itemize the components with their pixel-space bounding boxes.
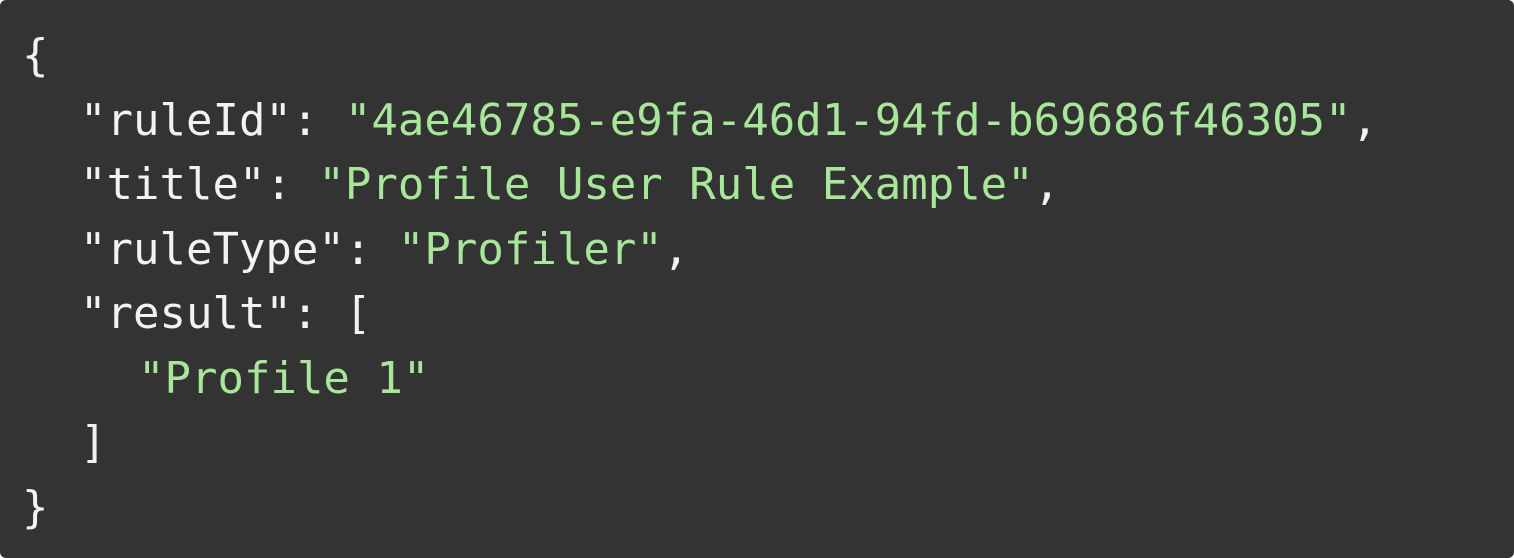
open-brace: {	[22, 30, 49, 81]
json-separator: :	[291, 94, 345, 146]
code-line-result: "result": [	[22, 282, 1514, 347]
json-string-value: "Profiler"	[397, 223, 663, 275]
code-line-title: "title": "Profile User Rule Example",	[22, 153, 1514, 218]
json-separator: :	[265, 159, 319, 210]
json-key: "ruleType"	[80, 223, 345, 275]
json-key: "ruleId"	[80, 94, 292, 146]
json-separator: :	[291, 288, 345, 339]
json-code-block: { "ruleId": "4ae46785-e9fa-46d1-94fd-b69…	[0, 0, 1514, 558]
code-line-result-close: ]	[22, 411, 1514, 476]
json-comma: ,	[1033, 159, 1061, 210]
json-close-bracket: ]	[80, 417, 107, 468]
json-open-bracket: [	[344, 288, 372, 339]
json-array-item: "Profile 1"	[138, 352, 430, 404]
json-key: "result"	[80, 288, 292, 339]
code-line-ruletype: "ruleType": "Profiler",	[22, 218, 1514, 283]
close-brace: }	[22, 481, 49, 533]
json-key: "title"	[80, 159, 266, 210]
json-separator: :	[344, 223, 398, 275]
json-string-value: "4ae46785-e9fa-46d1-94fd-b69686f46305"	[344, 94, 1352, 146]
json-string-value: "Profile User Rule Example"	[318, 159, 1034, 210]
json-comma: ,	[662, 223, 690, 275]
json-comma: ,	[1351, 94, 1379, 146]
code-line-result-item: "Profile 1"	[22, 347, 1514, 412]
code-line-ruleid: "ruleId": "4ae46785-e9fa-46d1-94fd-b6968…	[22, 89, 1514, 154]
